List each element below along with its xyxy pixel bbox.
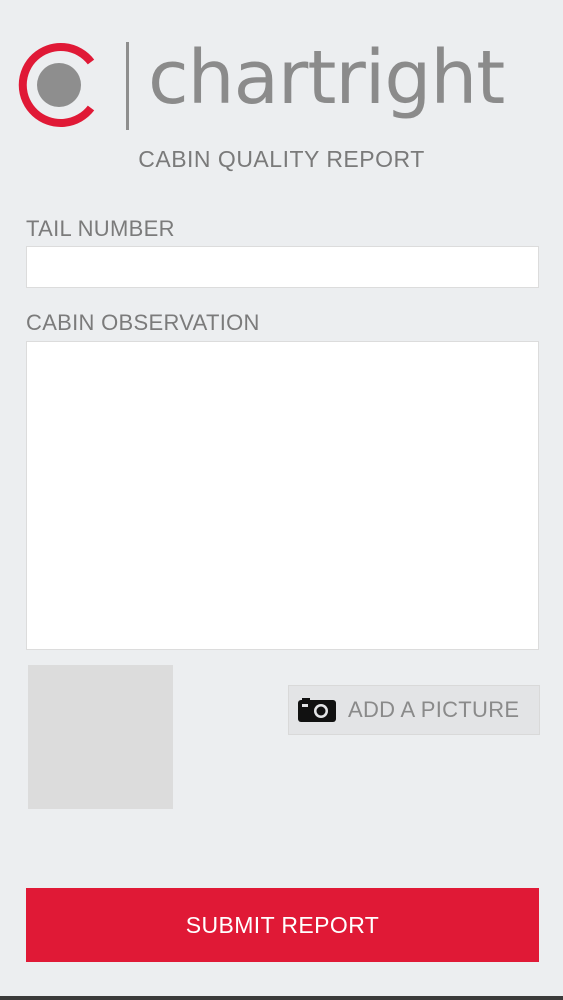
- tail-number-input[interactable]: [26, 246, 539, 288]
- brand-name: chartright: [148, 35, 505, 121]
- photo-thumbnail: [28, 665, 173, 809]
- submit-report-button[interactable]: SUBMIT REPORT: [26, 888, 539, 962]
- add-picture-button[interactable]: ADD A PICTURE: [288, 685, 540, 735]
- logo-divider: [126, 42, 129, 130]
- cabin-observation-textarea[interactable]: [26, 341, 539, 650]
- page-title: CABIN QUALITY REPORT: [138, 146, 425, 172]
- cabin-observation-label: CABIN OBSERVATION: [26, 310, 260, 335]
- camera-icon: [298, 698, 336, 722]
- brand-logo: chartright: [16, 35, 546, 130]
- tail-number-label: TAIL NUMBER: [26, 216, 175, 241]
- chartright-logo-icon: [18, 43, 95, 127]
- add-picture-label: ADD A PICTURE: [348, 697, 520, 722]
- bottom-edge: [0, 996, 563, 1000]
